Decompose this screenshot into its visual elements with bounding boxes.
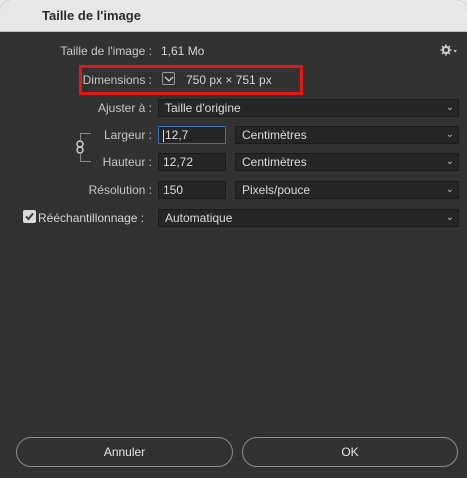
resolution-value: 150: [163, 183, 184, 197]
width-value: 12,7: [165, 128, 189, 142]
height-unit-value: Centimètres: [242, 155, 307, 169]
resample-value: Automatique: [165, 211, 233, 225]
chevron-down-icon: [164, 76, 174, 82]
width-unit-select[interactable]: Centimètres ⌄: [235, 126, 459, 144]
resample-checkbox[interactable]: [23, 210, 36, 223]
image-size-value: 1,61 Mo: [161, 44, 205, 58]
resample-select[interactable]: Automatique ⌄: [158, 209, 459, 227]
dimensions-label: Dimensions :: [82, 73, 152, 87]
dimensions-units-toggle[interactable]: [162, 72, 175, 85]
resolution-unit-value: Pixels/pouce: [242, 183, 311, 197]
height-unit-select[interactable]: Centimètres ⌄: [235, 153, 459, 171]
width-unit-value: Centimètres: [242, 128, 307, 142]
dimensions-value: 750 px × 751 px: [186, 73, 272, 87]
ok-button[interactable]: OK: [242, 437, 458, 467]
fit-to-label: Ajuster à :: [97, 101, 152, 115]
chevron-down-icon: ⌄: [445, 184, 454, 195]
cancel-button[interactable]: Annuler: [16, 437, 233, 467]
checkmark-icon: [25, 212, 34, 221]
chevron-down-icon: ⌄: [445, 156, 454, 167]
resolution-input[interactable]: 150: [158, 181, 226, 199]
resample-label: Rééchantillonnage :: [38, 211, 145, 225]
dialog-title: Taille de l'image: [42, 8, 141, 23]
fit-to-value: Taille d'origine: [165, 101, 241, 115]
height-label: Hauteur :: [102, 155, 152, 169]
title-bar: Taille de l'image: [0, 0, 467, 32]
height-input[interactable]: 12,72: [158, 153, 226, 171]
chevron-down-icon: ⌄: [445, 129, 454, 140]
height-value: 12,72: [163, 155, 194, 169]
image-size-dialog: Taille de l'image Taille de l'image : 1,…: [0, 0, 467, 478]
chevron-down-icon: ⌄: [445, 102, 454, 113]
image-size-label: Taille de l'image :: [60, 44, 152, 58]
chevron-down-icon: ⌄: [445, 212, 454, 223]
width-label: Largeur :: [103, 128, 152, 142]
chain-link-icon[interactable]: [74, 140, 86, 154]
gear-icon[interactable]: [440, 44, 458, 58]
width-input[interactable]: 12,7: [158, 126, 226, 144]
resolution-label: Résolution :: [88, 183, 152, 197]
resolution-unit-select[interactable]: Pixels/pouce ⌄: [235, 181, 459, 199]
fit-to-select[interactable]: Taille d'origine ⌄: [158, 99, 459, 117]
